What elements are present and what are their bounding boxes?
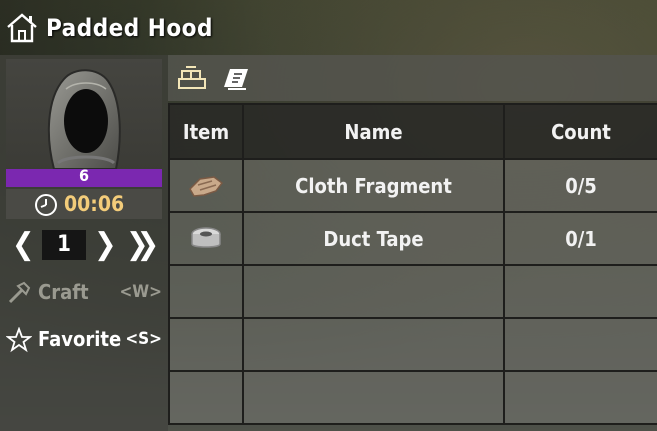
panel-tabs (168, 55, 657, 101)
row-count: 0/1 (503, 211, 657, 266)
favorite-button[interactable]: Favorite <S> (6, 325, 162, 355)
quantity-input[interactable]: 1 (42, 230, 86, 260)
hammer-icon (8, 281, 31, 304)
recipe-book-icon[interactable] (220, 65, 252, 91)
row-icon-cell (168, 158, 244, 213)
row-icon-cell (168, 370, 244, 425)
row-count (503, 370, 657, 425)
table-header-row: Item Name Count (168, 103, 657, 160)
row-count (503, 264, 657, 319)
increase-quantity-button[interactable]: ❯ (94, 228, 117, 262)
ingredients-panel: Item Name Count Cloth Fragment 0/5 Duct … (168, 55, 657, 431)
craft-time-row: 00:06 (6, 189, 162, 219)
row-name: Duct Tape (242, 211, 505, 266)
row-count: 0/5 (503, 158, 657, 213)
row-icon-cell (168, 211, 244, 266)
quantity-stepper: ❮ 1 ❯ ❯❯ (6, 225, 162, 265)
item-preview (6, 59, 162, 171)
row-icon-cell (168, 264, 244, 319)
row-name (242, 264, 505, 319)
column-header-count: Count (503, 103, 657, 160)
padded-hood-icon (47, 69, 121, 170)
table-row (168, 264, 657, 319)
ingredients-table: Item Name Count Cloth Fragment 0/5 Duct … (168, 103, 657, 425)
cloth-fragment-icon (189, 175, 224, 197)
table-row: Duct Tape 0/1 (168, 211, 657, 266)
favorite-hotkey: <S> (125, 329, 162, 349)
row-name (242, 370, 505, 425)
duct-tape-icon (191, 226, 221, 248)
column-header-name: Name (242, 103, 505, 160)
row-name: Cloth Fragment (242, 158, 505, 213)
craft-time: 00:06 (64, 192, 125, 216)
table-row: Cloth Fragment 0/5 (168, 158, 657, 213)
craft-button[interactable]: Craft <W> (6, 278, 162, 308)
quality-bar: 6 (6, 169, 162, 187)
row-icon-cell (168, 317, 244, 372)
house-icon (7, 13, 37, 43)
column-header-item: Item (168, 103, 244, 160)
table-row (168, 317, 657, 372)
clock-icon (35, 194, 57, 216)
craft-label: Craft (38, 280, 89, 304)
craft-hotkey: <W> (119, 282, 162, 302)
decrease-quantity-button[interactable]: ❮ (12, 228, 35, 262)
table-row (168, 370, 657, 425)
window-header: Padded Hood (0, 0, 657, 55)
recipe-detail-panel: 6 00:06 ❮ 1 ❯ ❯❯ Craft <W> Favorite <S> (0, 55, 168, 431)
quality-value: 6 (78, 169, 89, 185)
max-quantity-button[interactable]: ❯❯ (126, 228, 159, 262)
workstation-icon[interactable] (176, 65, 208, 91)
favorite-label: Favorite (38, 327, 122, 351)
row-name (242, 317, 505, 372)
row-count (503, 317, 657, 372)
star-icon (6, 327, 32, 353)
recipe-title: Padded Hood (46, 14, 213, 42)
